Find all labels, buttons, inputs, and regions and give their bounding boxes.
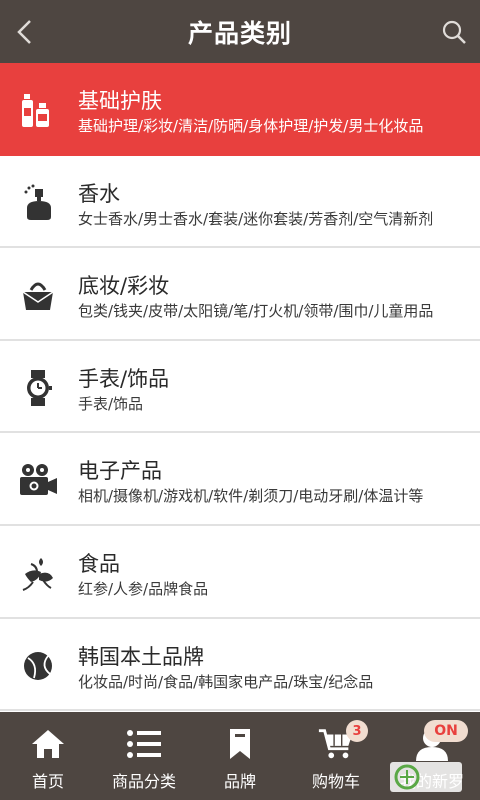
skincare-bottles-icon <box>17 89 59 131</box>
category-name: 食品 <box>78 551 120 576</box>
watermark-logo <box>390 762 462 792</box>
on-status-badge: ON <box>424 720 468 742</box>
chevron-left-icon <box>17 20 31 44</box>
tab-mine[interactable]: ON 我的新罗 <box>384 712 480 800</box>
category-subtitle: 女士香水/男士香水/套装/迷你套装/芳香剂/空气清新剂 <box>78 209 434 228</box>
tab-cart[interactable]: 3 购物车 <box>288 712 384 800</box>
category-list: 基础护肤 基础护理/彩妆/清洁/防晒/身体护理/护发/男士化妆品 香水 女士香水… <box>0 63 480 711</box>
tab-label: 购物车 <box>311 772 360 791</box>
bookmark-icon <box>221 726 259 762</box>
tab-label: 首页 <box>31 772 64 791</box>
tab-home[interactable]: 首页 <box>0 712 96 800</box>
watch-icon <box>17 367 59 409</box>
app: 产品类别 基础护肤 基础护理/彩妆/清洁/防晒/身体护理/护发/男士化妆品 香水… <box>0 0 480 800</box>
tab-label: 品牌 <box>223 772 256 791</box>
category-item-electronics[interactable]: 电子产品 相机/摄像机/游戏机/软件/剃须刀/电动牙刷/体温计等 <box>0 433 480 526</box>
list-icon <box>125 726 163 762</box>
tab-brand[interactable]: 品牌 <box>192 712 288 800</box>
header-bar: 产品类别 <box>0 0 480 63</box>
category-name: 基础护肤 <box>78 89 162 113</box>
category-name: 电子产品 <box>78 459 162 484</box>
category-item-skincare[interactable]: 基础护肤 基础护理/彩妆/清洁/防晒/身体护理/护发/男士化妆品 <box>0 63 480 156</box>
tab-label: 商品分类 <box>111 772 176 791</box>
search-button[interactable] <box>434 12 474 52</box>
category-name: 韩国本土品牌 <box>78 644 204 669</box>
ginseng-icon <box>17 552 59 594</box>
bottom-tab-bar: 首页 商品分类 品牌 3 购物车 ON <box>0 712 480 800</box>
category-item-korean-brands[interactable]: 韩国本土品牌 化妆品/时尚/食品/韩国家电产品/珠宝/纪念品 <box>0 618 480 711</box>
category-item-perfume[interactable]: 香水 女士香水/男士香水/套装/迷你套装/芳香剂/空气清新剂 <box>0 155 480 249</box>
category-subtitle: 化妆品/时尚/食品/韩国家电产品/珠宝/纪念品 <box>78 672 374 691</box>
category-item-watch[interactable]: 手表/饰品 手表/饰品 <box>0 340 480 434</box>
category-item-makeup[interactable]: 底妆/彩妆 包类/钱夹/皮带/太阳镜/笔/打火机/领带/围巾/儿童用品 <box>0 248 480 341</box>
home-icon <box>29 726 67 762</box>
category-subtitle: 相机/摄像机/游戏机/软件/剃须刀/电动牙刷/体温计等 <box>78 487 424 506</box>
category-name: 底妆/彩妆 <box>78 274 170 299</box>
category-name: 香水 <box>78 181 120 206</box>
category-name: 手表/饰品 <box>78 366 170 391</box>
category-subtitle: 红参/人参/品牌食品 <box>78 579 209 598</box>
video-camera-icon <box>17 459 59 501</box>
category-subtitle: 基础护理/彩妆/清洁/防晒/身体护理/护发/男士化妆品 <box>78 117 424 135</box>
category-subtitle: 包类/钱夹/皮带/太阳镜/笔/打火机/领带/围巾/儿童用品 <box>78 302 434 321</box>
ball-icon <box>17 645 59 687</box>
category-item-food[interactable]: 食品 红参/人参/品牌食品 <box>0 525 480 619</box>
search-icon <box>442 20 466 44</box>
handbag-icon <box>17 274 59 316</box>
page-title: 产品类别 <box>187 18 292 48</box>
tab-category[interactable]: 商品分类 <box>96 712 192 800</box>
perfume-icon <box>17 182 59 224</box>
back-button[interactable] <box>6 12 42 52</box>
cart-count-badge: 3 <box>346 720 368 742</box>
category-subtitle: 手表/饰品 <box>78 394 144 413</box>
